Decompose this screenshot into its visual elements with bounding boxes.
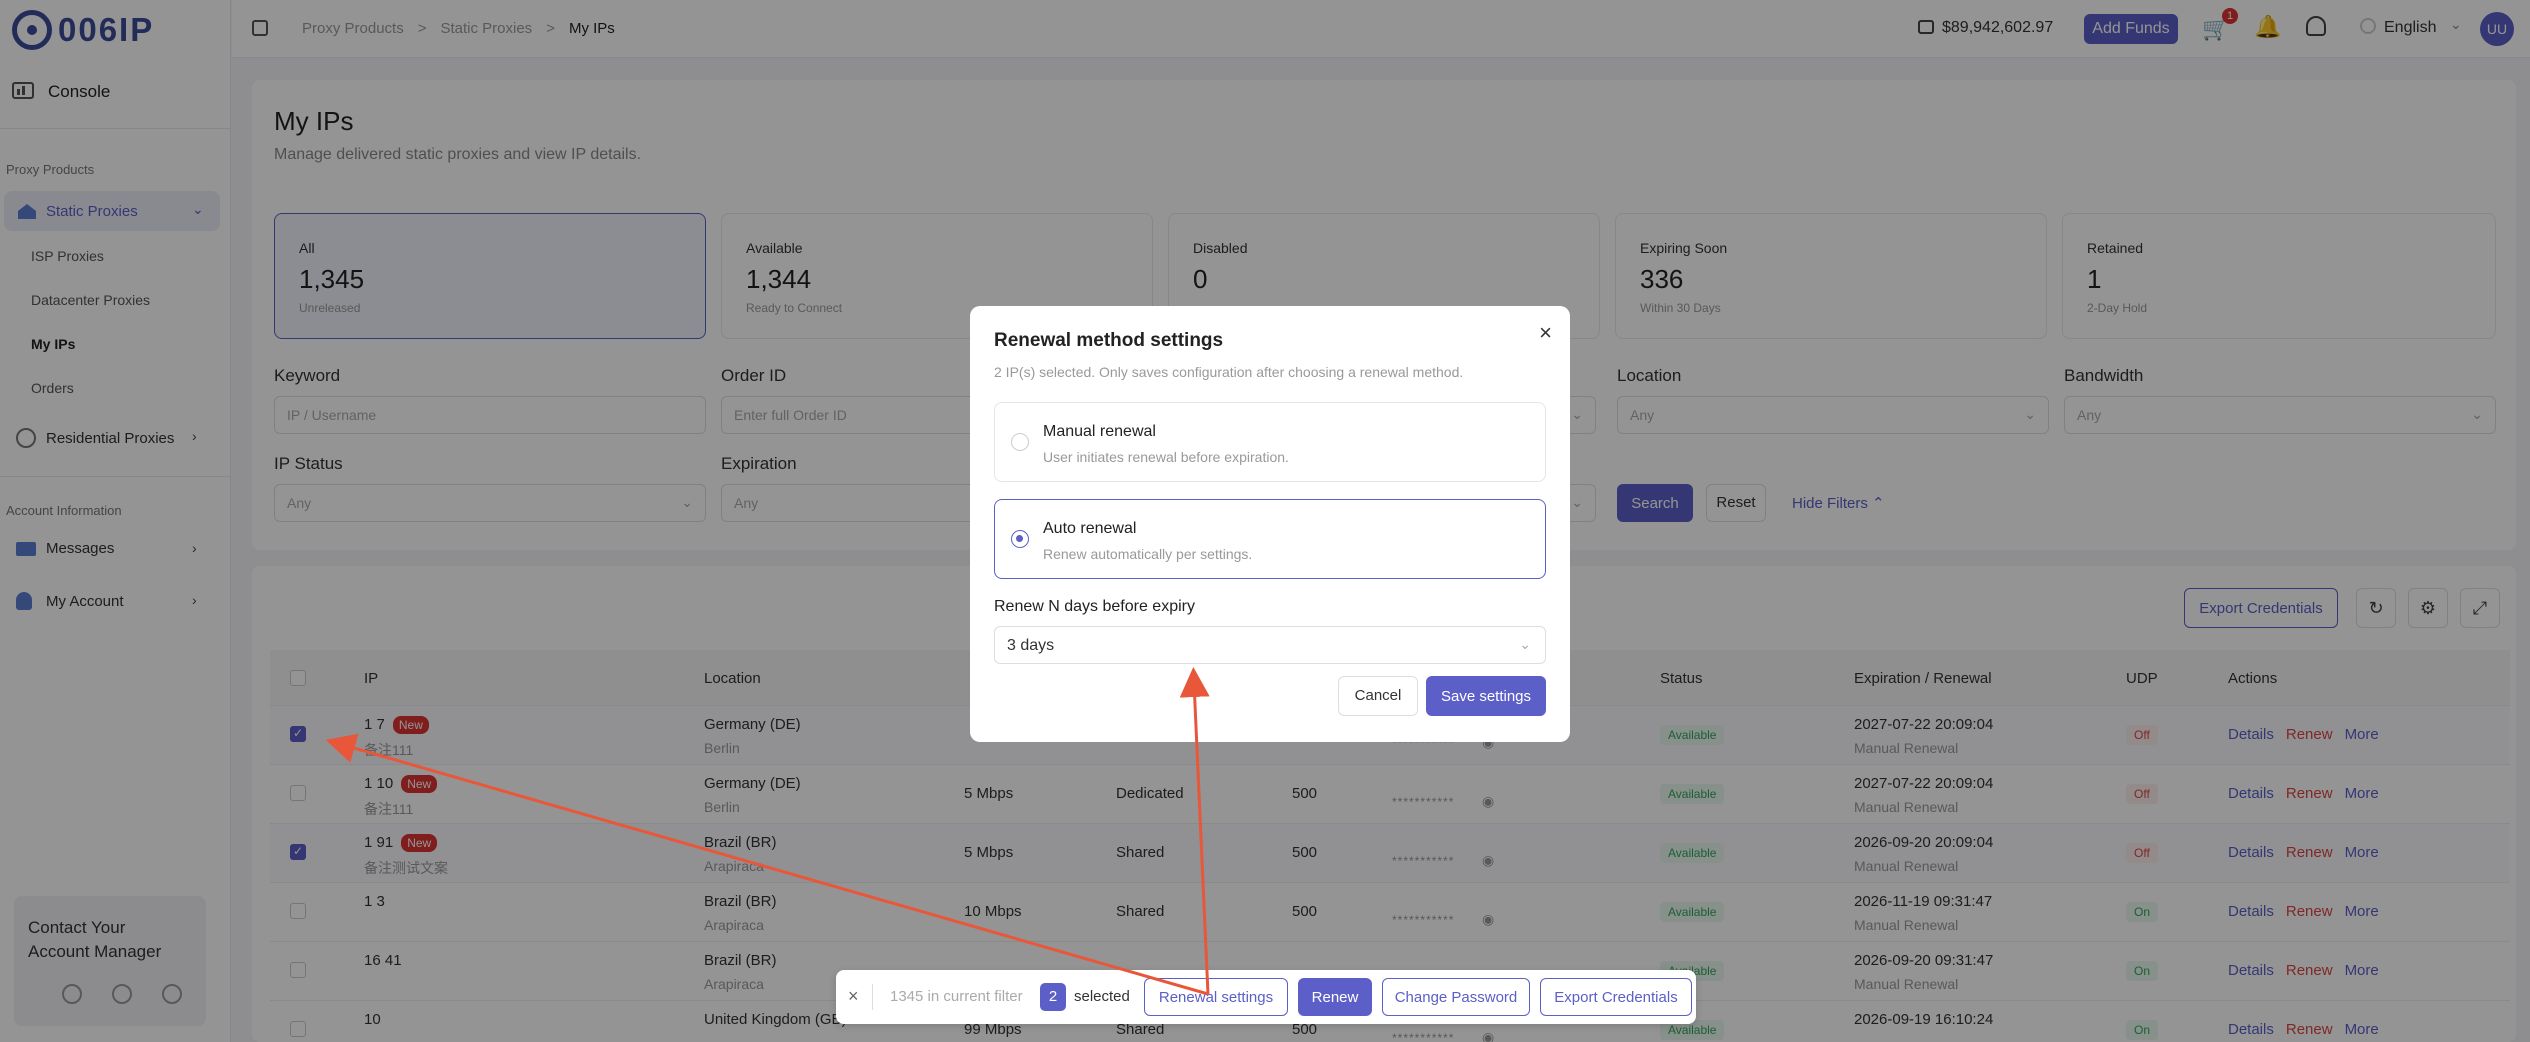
save-settings-button[interactable]: Save settings [1426, 676, 1546, 716]
renew-button[interactable]: Renew [1298, 978, 1372, 1016]
renewal-settings-button[interactable]: Renewal settings [1144, 978, 1288, 1016]
renew-days-label: Renew N days before expiry [994, 598, 1195, 615]
change-password-button[interactable]: Change Password [1382, 978, 1530, 1016]
cancel-button[interactable]: Cancel [1338, 676, 1418, 716]
renew-days-value: 3 days [1007, 637, 1055, 654]
manual-renewal-radio[interactable] [1011, 433, 1029, 451]
manual-renewal-option[interactable]: Manual renewal User initiates renewal be… [994, 402, 1546, 482]
chevron-down-icon: ⌄ [1519, 636, 1531, 652]
auto-renewal-desc: Renew automatically per settings. [1043, 546, 1253, 562]
close-icon[interactable]: × [848, 986, 859, 1007]
filter-count-text: 1345 in current filter [890, 988, 1023, 1005]
bulk-action-bar: × 1345 in current filter 2 selected Rene… [836, 970, 1696, 1024]
auto-renewal-title: Auto renewal [1043, 520, 1137, 537]
divider [872, 984, 873, 1010]
auto-renewal-radio[interactable] [1011, 530, 1029, 548]
close-icon[interactable]: × [1539, 320, 1552, 346]
renewal-settings-dialog: Renewal method settings × 2 IP(s) select… [970, 306, 1570, 742]
renew-days-select[interactable]: 3 days ⌄ [994, 626, 1546, 664]
auto-renewal-option[interactable]: Auto renewal Renew automatically per set… [994, 499, 1546, 579]
manual-renewal-title: Manual renewal [1043, 423, 1156, 440]
dialog-subtitle: 2 IP(s) selected. Only saves configurati… [994, 364, 1464, 380]
selected-count-badge: 2 [1040, 983, 1066, 1011]
export-credentials-bulk-button[interactable]: Export Credentials [1540, 978, 1692, 1016]
selected-text: selected [1074, 988, 1130, 1005]
manual-renewal-desc: User initiates renewal before expiration… [1043, 449, 1289, 465]
dialog-title: Renewal method settings [994, 330, 1224, 351]
